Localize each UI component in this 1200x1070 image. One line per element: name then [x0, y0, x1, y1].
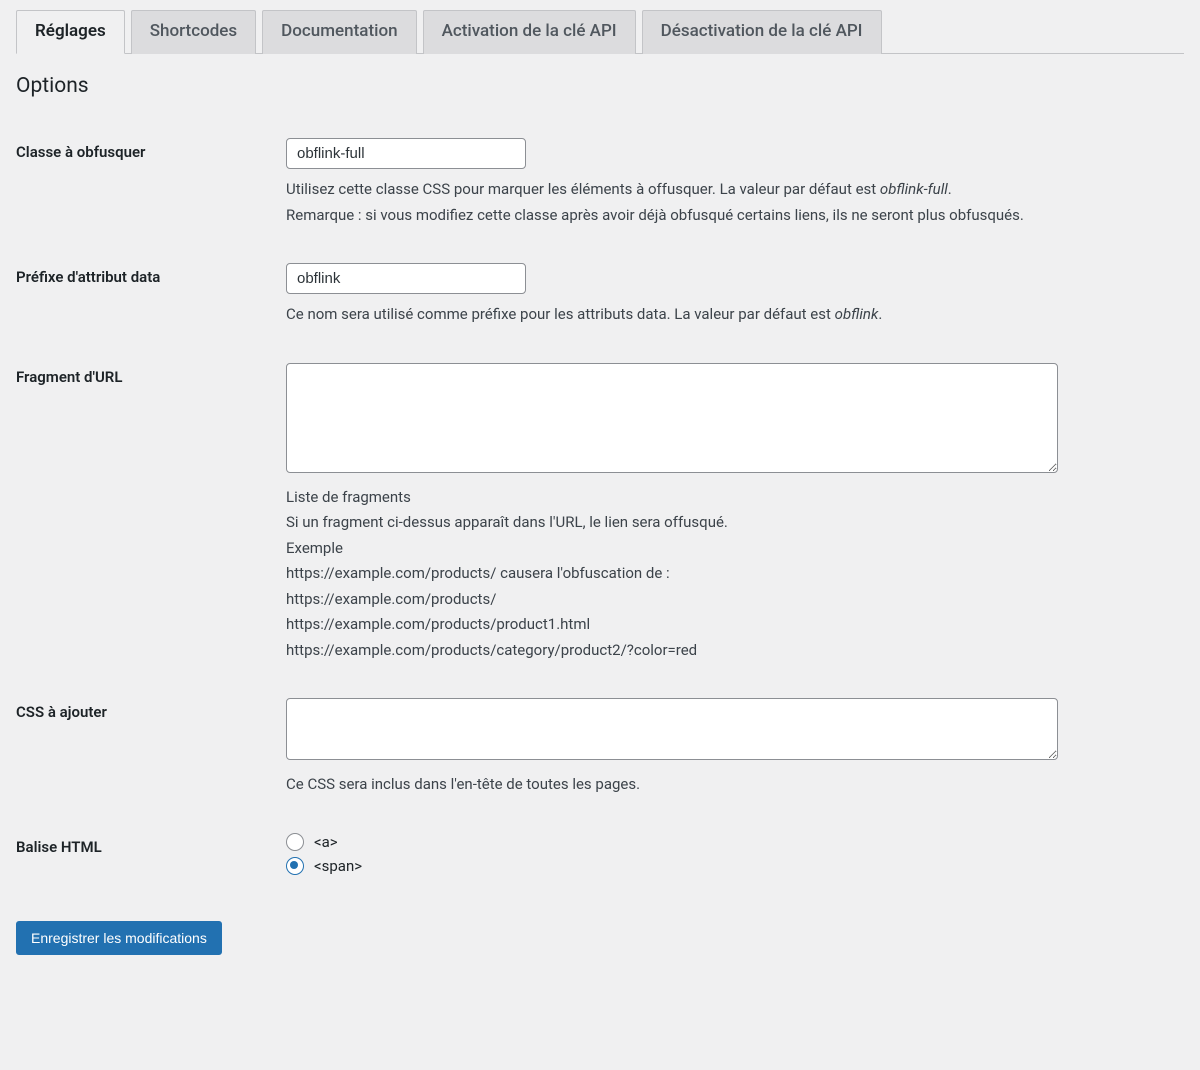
tab-reglages[interactable]: Réglages	[16, 10, 125, 54]
desc-css-add: Ce CSS sera inclus dans l'en-tête de tou…	[286, 772, 1174, 798]
radio-label-span: <span>	[314, 857, 362, 875]
tab-shortcodes[interactable]: Shortcodes	[131, 10, 256, 54]
tab-desactivation-api[interactable]: Désactivation de la clé API	[642, 10, 882, 54]
desc-url-fragment: Liste de fragments Si un fragment ci-des…	[286, 485, 1174, 664]
textarea-css-add[interactable]	[286, 698, 1058, 760]
tab-bar: Réglages Shortcodes Documentation Activa…	[16, 10, 1184, 54]
textarea-url-fragment[interactable]	[286, 363, 1058, 473]
desc-data-prefix: Ce nom sera utilisé comme préfixe pour l…	[286, 302, 1174, 328]
section-title: Options	[16, 74, 1184, 98]
input-class-obfuscate[interactable]	[286, 138, 526, 169]
radio-label-a: <a>	[314, 833, 338, 851]
save-button[interactable]: Enregistrer les modifications	[16, 921, 222, 955]
tab-activation-api[interactable]: Activation de la clé API	[423, 10, 636, 54]
radio-html-tag-span[interactable]	[286, 857, 304, 875]
label-css-add: CSS à ajouter	[16, 683, 286, 818]
desc-class-obfuscate: Utilisez cette classe CSS pour marquer l…	[286, 177, 1174, 228]
radio-html-tag-a[interactable]	[286, 833, 304, 851]
tab-documentation[interactable]: Documentation	[262, 10, 416, 54]
input-data-prefix[interactable]	[286, 263, 526, 294]
options-form-table: Classe à obfusquer Utilisez cette classe…	[16, 123, 1184, 901]
label-data-prefix: Préfixe d'attribut data	[16, 248, 286, 348]
label-class-obfuscate: Classe à obfusquer	[16, 123, 286, 248]
label-url-fragment: Fragment d'URL	[16, 348, 286, 684]
label-html-tag: Balise HTML	[16, 818, 286, 901]
